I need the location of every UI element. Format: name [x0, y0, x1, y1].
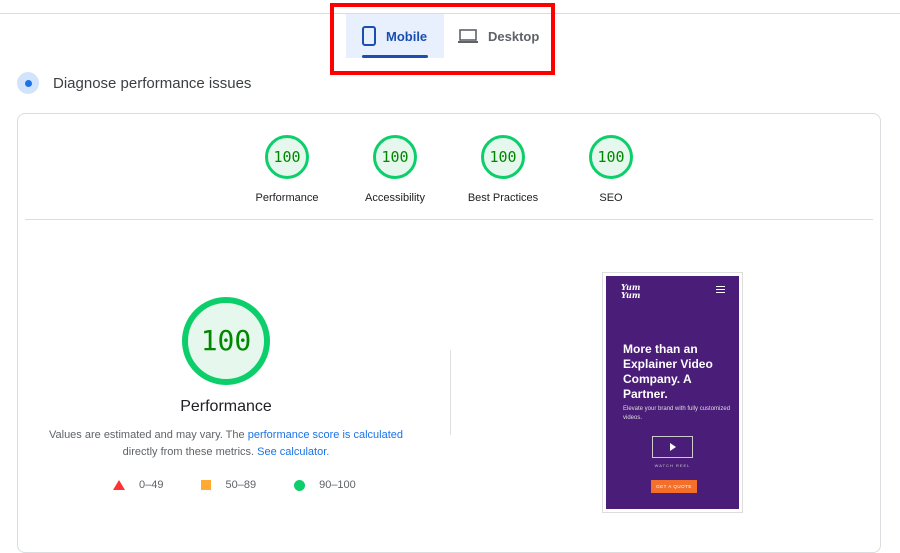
- hamburger-menu-icon: [716, 286, 725, 295]
- note-text: directly from these metrics.: [122, 446, 258, 458]
- pass-circle-icon: [294, 479, 306, 491]
- gauge-score: 100: [265, 135, 309, 179]
- page-preview: Yum Yum More than an Explainer Video Comp…: [606, 276, 739, 509]
- score-legend: 0–49 50–89 90–100: [113, 479, 394, 491]
- gauge-accessibility[interactable]: 100 Accessibility: [340, 135, 450, 204]
- legend-range: 50–89: [225, 479, 257, 491]
- gauge-label: SEO: [599, 192, 623, 204]
- calculator-link[interactable]: See calculator.: [257, 446, 329, 458]
- legend-range: 0–49: [139, 479, 164, 491]
- performance-score-gauge: 100: [182, 297, 270, 385]
- play-icon: [652, 436, 693, 458]
- section-header: Diagnose performance issues: [17, 72, 251, 94]
- gauge-score: 100: [481, 135, 525, 179]
- gauge-label: Performance: [255, 192, 319, 204]
- gauge-label: Best Practices: [467, 192, 539, 204]
- gauge-label: Accessibility: [365, 192, 425, 204]
- lighthouse-icon: [17, 72, 39, 94]
- gauge-seo[interactable]: 100 SEO: [556, 135, 666, 204]
- performance-title: Performance: [180, 398, 272, 415]
- gauge-score: 100: [589, 135, 633, 179]
- section-title: Diagnose performance issues: [53, 74, 252, 92]
- fail-triangle-icon: [113, 480, 125, 490]
- average-square-icon: [201, 480, 212, 490]
- get-quote-button: GET A QUOTE: [651, 480, 697, 493]
- gauge-best-practices[interactable]: 100 Best Practices: [448, 135, 558, 204]
- score-calculated-link[interactable]: performance score is calculated: [248, 429, 403, 441]
- gauge-score: 100: [373, 135, 417, 179]
- highlight-box: [330, 3, 555, 75]
- legend-range: 90–100: [319, 479, 356, 491]
- site-logo: Yum Yum: [621, 282, 641, 300]
- final-screenshot: Yum Yum More than an Explainer Video Comp…: [602, 272, 743, 513]
- divider: [25, 219, 873, 220]
- score-note: Values are estimated and may vary. The p…: [40, 427, 412, 461]
- preview-subtext: Elevate your brand with fully customized…: [623, 406, 731, 421]
- vertical-divider: [450, 350, 451, 435]
- gauge-performance[interactable]: 100 Performance: [232, 135, 342, 204]
- watch-reel-text: WATCH REEL: [654, 463, 691, 468]
- preview-headline: More than an Explainer Video Company. A …: [623, 342, 713, 401]
- note-text: Values are estimated and may vary. The: [48, 429, 248, 441]
